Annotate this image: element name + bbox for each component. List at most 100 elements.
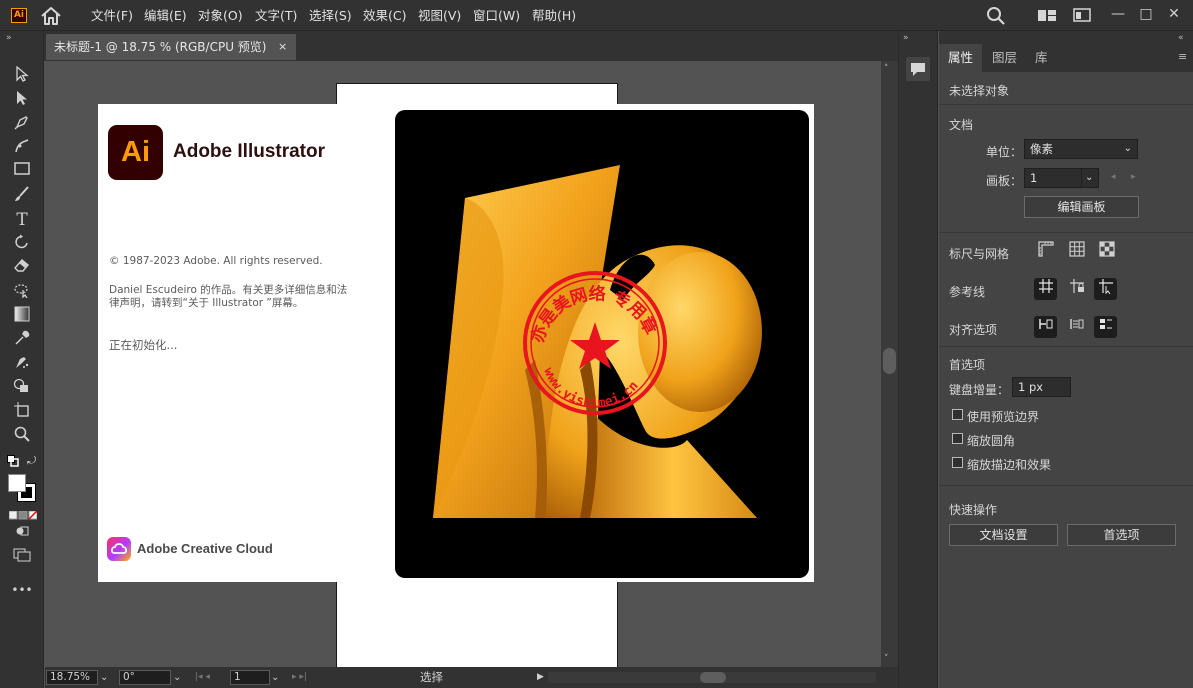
selection-tool-icon[interactable] — [10, 65, 34, 86]
collapse-toolbar-icon[interactable]: » — [6, 33, 12, 43]
artboard-tool-icon[interactable] — [10, 402, 34, 422]
rectangle-tool-icon[interactable] — [10, 162, 34, 182]
tab-properties[interactable]: 属性 — [939, 44, 983, 72]
artboard-nav-next-icon[interactable]: ▸ ▸| — [292, 670, 328, 685]
menu-select[interactable]: 选择(S) — [309, 7, 352, 25]
eraser-tool-icon[interactable] — [10, 258, 34, 278]
curvature-tool-icon[interactable] — [10, 138, 34, 158]
grid-icon[interactable] — [1065, 240, 1088, 262]
color-mode-buttons[interactable] — [8, 509, 38, 520]
divider — [939, 346, 1193, 347]
units-value: 像素 — [1030, 142, 1053, 156]
vertical-scroll-thumb[interactable] — [883, 348, 896, 374]
paintbrush-tool-icon[interactable] — [10, 186, 34, 206]
shape-builder-tool-icon[interactable] — [10, 378, 34, 398]
prev-artboard-icon[interactable]: ◂ — [1111, 172, 1119, 184]
tab-layers[interactable]: 图层 — [983, 44, 1026, 72]
more-tools-icon[interactable]: ••• — [10, 580, 34, 600]
menu-view[interactable]: 视图(V) — [418, 7, 461, 25]
tab-libraries[interactable]: 库 — [1026, 44, 1057, 72]
warp-tool-icon[interactable] — [10, 282, 34, 302]
menu-file[interactable]: 文件(F) — [91, 7, 133, 25]
scroll-down-icon[interactable]: ˅ — [884, 654, 895, 664]
eyedropper-tool-icon[interactable] — [10, 330, 34, 350]
collapse-panel-icon[interactable]: « — [1178, 33, 1188, 43]
type-tool-icon[interactable]: T — [10, 210, 34, 230]
use-preview-bounds-label: 使用预览边界 — [967, 410, 1040, 424]
divider — [939, 485, 1193, 486]
gradient-tool-icon[interactable] — [10, 306, 34, 326]
comments-icon[interactable] — [906, 57, 930, 81]
menu-effect[interactable]: 效果(C) — [363, 7, 406, 25]
scale-strokes-effects-label: 缩放描边和效果 — [967, 458, 1052, 472]
menu-edit[interactable]: 编辑(E) — [144, 7, 187, 25]
pen-tool-icon[interactable] — [10, 114, 34, 134]
snap-to-pixel-icon[interactable] — [1065, 316, 1088, 338]
artboard-dropdown-icon[interactable]: ⌄ — [1081, 168, 1099, 188]
rotation-field[interactable]: 0° — [119, 670, 171, 685]
rotation-dropdown-icon[interactable]: ⌄ — [173, 670, 187, 685]
zoom-field[interactable]: 18.75% — [46, 670, 98, 685]
artboard-nav-prev-icon[interactable]: |◂ ◂ — [195, 670, 231, 685]
ruler-icon[interactable] — [1034, 240, 1057, 262]
document-section-title: 文档 — [949, 118, 974, 132]
menu-help[interactable]: 帮助(H) — [532, 7, 576, 25]
next-artboard-icon[interactable]: ▸ — [1131, 172, 1139, 184]
scale-strokes-effects-checkbox[interactable] — [952, 457, 963, 468]
chevron-down-icon: ⌄ — [1123, 143, 1132, 154]
scroll-up-icon[interactable]: ˄ — [884, 64, 895, 74]
arrange-documents-icon[interactable] — [1038, 8, 1056, 22]
search-icon[interactable] — [986, 6, 1006, 26]
workspace-switcher-icon[interactable] — [1073, 8, 1091, 22]
scale-corners-checkbox[interactable] — [952, 433, 963, 444]
status-menu-arrow-icon[interactable]: ▶ — [537, 671, 547, 684]
preferences-section-title: 首选项 — [949, 358, 986, 372]
maximize-button[interactable]: □ — [1134, 4, 1158, 24]
snap-to-point-icon[interactable] — [1034, 316, 1057, 338]
close-button[interactable]: ✕ — [1162, 4, 1186, 24]
copyright-text: © 1987-2023 Adobe. All rights reserved. — [109, 255, 323, 267]
units-select[interactable]: 像素 ⌄ — [1024, 139, 1138, 159]
symbol-sprayer-tool-icon[interactable] — [10, 354, 34, 374]
minimize-button[interactable]: — — [1106, 4, 1130, 24]
direct-selection-tool-icon[interactable] — [10, 90, 34, 110]
document-tab[interactable]: 未标题-1 @ 18.75 % (RGB/CPU 预览) — [46, 34, 296, 60]
zoom-dropdown-icon[interactable]: ⌄ — [100, 670, 114, 685]
artboard-number-input[interactable]: 1 — [1024, 168, 1082, 188]
transparency-grid-icon[interactable] — [1095, 240, 1118, 262]
close-tab-button[interactable]: × — [278, 34, 292, 60]
screen-mode-icon[interactable] — [10, 548, 34, 568]
panel-header — [939, 31, 1193, 44]
rotate-tool-icon[interactable] — [10, 234, 34, 254]
guides-label: 参考线 — [949, 285, 986, 299]
show-guides-icon[interactable] — [1034, 278, 1057, 300]
watermark-stamp: 亦是美网络 专用章 www.yishimei.cn — [520, 268, 670, 418]
fill-stroke-swatch[interactable] — [8, 474, 38, 502]
preferences-button[interactable]: 首选项 — [1067, 524, 1176, 546]
menu-window[interactable]: 窗口(W) — [473, 7, 520, 25]
artboard-number-field[interactable]: 1 — [230, 670, 270, 685]
draw-mode-icon[interactable] — [10, 524, 34, 544]
document-setup-button[interactable]: 文档设置 — [949, 524, 1058, 546]
use-preview-bounds-checkbox[interactable] — [952, 409, 963, 420]
default-fill-stroke-icon[interactable] — [7, 455, 19, 467]
current-tool-label: 选择 — [420, 670, 443, 684]
smart-guides-icon[interactable] — [1094, 278, 1117, 300]
snap-to-glyph-icon[interactable] — [1094, 316, 1117, 338]
collapse-dock-icon[interactable]: » — [903, 33, 913, 43]
units-label: 单位： — [986, 145, 1023, 159]
toolbar-header: » — [0, 31, 44, 61]
edit-artboards-button[interactable]: 编辑画板 — [1024, 196, 1139, 218]
artwork-credits: Daniel Escudeiro 的作品。有关更多详细信息和法律声明，请转到“关… — [109, 284, 348, 309]
lock-guides-icon[interactable] — [1065, 278, 1088, 300]
horizontal-scroll-thumb[interactable] — [700, 672, 726, 683]
zoom-tool-icon[interactable] — [10, 426, 34, 446]
menu-type[interactable]: 文字(T) — [255, 7, 297, 25]
artboard-dropdown-icon[interactable]: ⌄ — [271, 670, 285, 685]
swap-fill-stroke-icon[interactable]: ⤾ — [27, 455, 39, 467]
keyboard-increment-input[interactable]: 1 px — [1012, 377, 1071, 397]
menu-object[interactable]: 对象(O) — [198, 7, 243, 25]
keyboard-increment-label: 键盘增量： — [949, 383, 1010, 397]
panel-menu-icon[interactable]: ≡ — [1178, 50, 1190, 64]
home-icon[interactable] — [40, 6, 62, 26]
